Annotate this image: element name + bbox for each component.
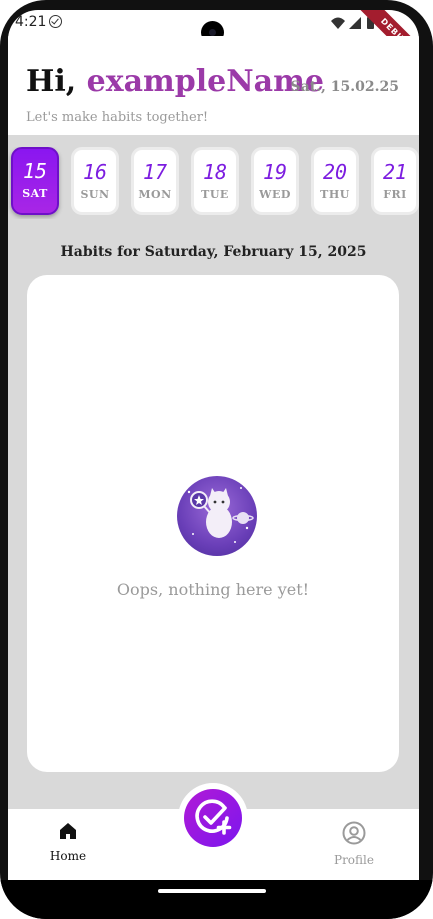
- add-habit-icon: [195, 799, 232, 835]
- day-card-thu[interactable]: 20 THU: [311, 147, 359, 215]
- day-card-wed[interactable]: 19 WED: [251, 147, 299, 215]
- nav-profile-label: Profile: [334, 853, 374, 867]
- day-card-sun[interactable]: 16 SUN: [71, 147, 119, 215]
- day-weekday: THU: [320, 188, 350, 201]
- signal-icon: [349, 17, 361, 29]
- bottom-bezel: [0, 880, 433, 919]
- greeting-prefix: Hi,: [26, 64, 87, 99]
- home-icon: [60, 823, 76, 839]
- nav-home-label: Home: [49, 849, 87, 863]
- day-card-fri[interactable]: 21 FRI: [371, 147, 419, 215]
- day-selector[interactable]: 15 SAT 16 SUN 17 MON 18 TUE 19 WED 20 THU 21 FRI: [8, 147, 419, 219]
- profile-icon: [342, 821, 366, 845]
- home-indicator: [158, 889, 266, 893]
- day-number: 18: [202, 160, 228, 184]
- device-frame: 4:21 DEBUG Hi, exampleName Sat., 15.02.2…: [0, 0, 433, 919]
- habits-heading: Habits for Saturday, February 15, 2025: [60, 244, 367, 260]
- empty-state-message: Oops, nothing here yet!: [116, 580, 310, 599]
- sync-check-icon: [49, 15, 62, 28]
- habits-list-panel: Oops, nothing here yet!: [27, 275, 399, 772]
- day-card-tue[interactable]: 18 TUE: [191, 147, 239, 215]
- day-card-sat[interactable]: 15 SAT: [11, 147, 59, 215]
- header: Hi, exampleName Sat., 15.02.25 Let's mak…: [8, 36, 419, 135]
- day-card-mon[interactable]: 17 MON: [131, 147, 179, 215]
- cat-illustration-graphic: [187, 487, 254, 543]
- content-area: 15 SAT 16 SUN 17 MON 18 TUE 19 WED 20 THU 21 FRI Habi…: [8, 135, 419, 809]
- header-subtitle: Let's make habits together!: [26, 110, 209, 125]
- day-weekday: WED: [259, 188, 291, 201]
- greeting-title: Hi, exampleName: [26, 64, 324, 99]
- wifi-icon: [331, 17, 345, 29]
- user-name: exampleName: [86, 64, 324, 99]
- day-weekday: MON: [138, 188, 172, 201]
- day-weekday: SAT: [22, 187, 48, 200]
- day-weekday: FRI: [383, 188, 407, 201]
- day-weekday: SUN: [80, 188, 110, 201]
- day-number: 21: [382, 160, 408, 184]
- day-number: 17: [142, 160, 168, 184]
- astronaut-cat-illustration: [177, 476, 257, 556]
- day-number: 19: [262, 160, 288, 184]
- day-number: 15: [22, 159, 48, 183]
- day-number: 16: [82, 160, 108, 184]
- current-date: Sat., 15.02.25: [290, 79, 399, 95]
- nav-profile-tab[interactable]: Profile: [324, 821, 384, 871]
- nav-home-tab[interactable]: Home: [38, 821, 98, 871]
- day-weekday: TUE: [201, 188, 229, 201]
- add-habit-button[interactable]: [184, 789, 242, 847]
- status-time: 4:21: [15, 14, 47, 30]
- day-number: 20: [322, 160, 348, 184]
- app-screen: 4:21 DEBUG Hi, exampleName Sat., 15.02.2…: [8, 10, 419, 880]
